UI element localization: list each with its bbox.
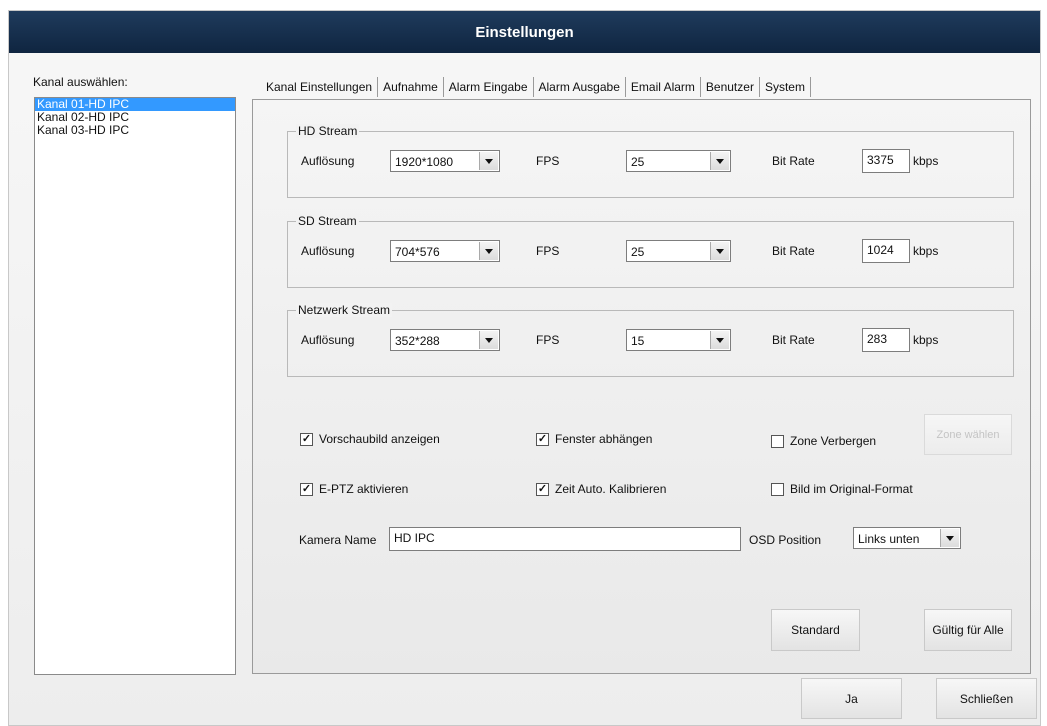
close-button[interactable]: Schließen	[936, 678, 1037, 719]
select-value: 25	[631, 245, 645, 259]
tab-user[interactable]: Benutzer	[701, 77, 760, 97]
sd-resolution-select[interactable]: 704*576	[390, 240, 500, 262]
chevron-down-icon[interactable]	[479, 331, 498, 349]
camera-name-input[interactable]: HD IPC	[389, 527, 741, 551]
detach-window-checkbox[interactable]: ✓	[536, 433, 549, 446]
fps-label: FPS	[536, 333, 560, 347]
sd-bitrate-input[interactable]: 1024	[862, 239, 910, 263]
hide-zone-label: Zone Verbergen	[790, 434, 877, 448]
network-resolution-select[interactable]: 352*288	[390, 329, 500, 351]
channel-list[interactable]: Kanal 01-HD IPC Kanal 02-HD IPC Kanal 03…	[34, 97, 236, 675]
osd-position-select[interactable]: Links unten	[853, 527, 961, 549]
bitrate-label: Bit Rate	[772, 154, 815, 168]
resolution-label: Auflösung	[301, 244, 355, 258]
bitrate-label: Bit Rate	[772, 244, 815, 258]
tab-recording[interactable]: Aufnahme	[378, 77, 444, 97]
original-format-label: Bild im Original-Format	[790, 482, 913, 496]
detach-window-label: Fenster abhängen	[555, 432, 653, 446]
ok-button[interactable]: Ja	[801, 678, 902, 719]
eptz-checkbox[interactable]: ✓	[300, 483, 313, 496]
window-title: Einstellungen	[9, 11, 1040, 53]
hd-resolution-select[interactable]: 1920*1080	[390, 150, 500, 172]
standard-button[interactable]: Standard	[771, 609, 860, 651]
original-format-checkbox[interactable]	[771, 483, 784, 496]
chevron-down-icon[interactable]	[710, 242, 729, 260]
chevron-down-icon[interactable]	[479, 242, 498, 260]
hd-stream-group: HD Stream Auflösung 1920*1080 FPS 25 Bit…	[287, 124, 1014, 198]
bitrate-unit: kbps	[913, 154, 939, 168]
hd-fps-select[interactable]: 25	[626, 150, 731, 172]
channel-item[interactable]: Kanal 03-HD IPC	[35, 124, 235, 137]
preview-label: Vorschaubild anzeigen	[319, 432, 440, 446]
sd-fps-select[interactable]: 25	[626, 240, 731, 262]
group-title: SD Stream	[296, 214, 359, 228]
hd-bitrate-input[interactable]: 3375	[862, 149, 910, 173]
settings-dialog: Einstellungen Kanal auswählen: Kanal 01-…	[8, 10, 1041, 726]
bitrate-label: Bit Rate	[772, 333, 815, 347]
channel-select-label: Kanal auswählen:	[33, 75, 128, 89]
osd-position-label: OSD Position	[749, 533, 822, 547]
select-value: 352*288	[395, 334, 440, 348]
bitrate-unit: kbps	[913, 244, 939, 258]
select-zone-button[interactable]: Zone wählen	[924, 414, 1012, 455]
eptz-label: E-PTZ aktivieren	[319, 482, 409, 496]
chevron-down-icon[interactable]	[940, 529, 959, 547]
channel-settings-panel: HD Stream Auflösung 1920*1080 FPS 25 Bit…	[252, 99, 1031, 674]
resolution-label: Auflösung	[301, 333, 355, 347]
chevron-down-icon[interactable]	[710, 331, 729, 349]
select-value: 704*576	[395, 245, 440, 259]
camera-name-label: Kamera Name	[299, 533, 377, 547]
network-stream-group: Netzwerk Stream Auflösung 352*288 FPS 15…	[287, 303, 1014, 377]
tab-bar: Kanal Einstellungen Aufnahme Alarm Einga…	[261, 77, 811, 99]
group-title: HD Stream	[296, 124, 360, 138]
fps-label: FPS	[536, 244, 560, 258]
group-title: Netzwerk Stream	[296, 303, 393, 317]
network-fps-select[interactable]: 15	[626, 329, 731, 351]
bitrate-unit: kbps	[913, 333, 939, 347]
fps-label: FPS	[536, 154, 560, 168]
chevron-down-icon[interactable]	[710, 152, 729, 170]
tab-system[interactable]: System	[760, 77, 811, 97]
select-value: 15	[631, 334, 645, 348]
apply-all-button[interactable]: Gültig für Alle	[924, 609, 1012, 651]
tab-alarm-output[interactable]: Alarm Ausgabe	[534, 77, 626, 97]
time-calibration-checkbox[interactable]: ✓	[536, 483, 549, 496]
select-value: 1920*1080	[395, 155, 454, 169]
preview-checkbox[interactable]: ✓	[300, 433, 313, 446]
chevron-down-icon[interactable]	[479, 152, 498, 170]
select-value: 25	[631, 155, 645, 169]
select-value: Links unten	[858, 532, 920, 546]
resolution-label: Auflösung	[301, 154, 355, 168]
hide-zone-checkbox[interactable]	[771, 435, 784, 448]
time-calibration-label: Zeit Auto. Kalibrieren	[555, 482, 667, 496]
tab-channel-settings[interactable]: Kanal Einstellungen	[261, 77, 379, 97]
network-bitrate-input[interactable]: 283	[862, 328, 910, 352]
tab-alarm-input[interactable]: Alarm Eingabe	[444, 77, 534, 97]
sd-stream-group: SD Stream Auflösung 704*576 FPS 25 Bit R…	[287, 214, 1014, 288]
tab-email-alarm[interactable]: Email Alarm	[626, 77, 701, 97]
